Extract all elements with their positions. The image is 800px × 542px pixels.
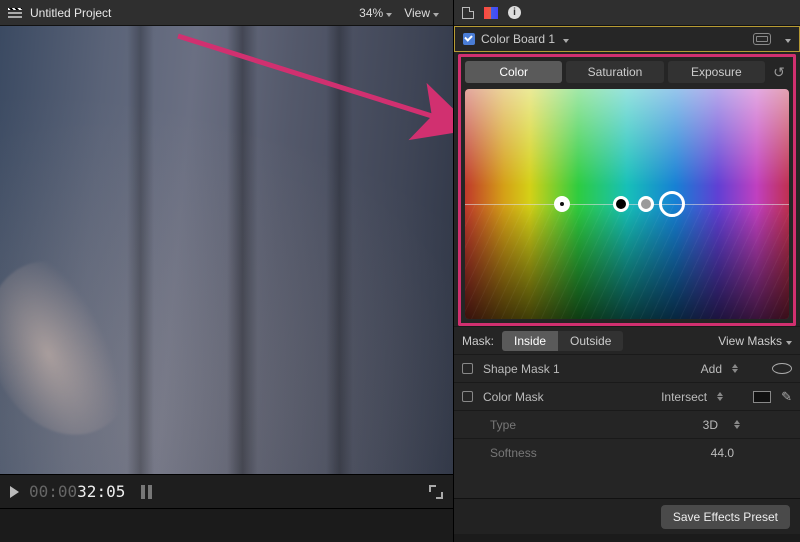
color-mask-checkbox[interactable] bbox=[462, 391, 473, 402]
color-mask-name: Color Mask bbox=[483, 390, 544, 404]
shape-mask-name: Shape Mask 1 bbox=[483, 362, 560, 376]
inspector-pane: i Color Board 1 Color Saturation Exposur… bbox=[454, 0, 800, 542]
color-inspector-icon[interactable] bbox=[484, 7, 498, 19]
mask-outside[interactable]: Outside bbox=[558, 331, 623, 351]
preset-row: Save Effects Preset bbox=[454, 498, 800, 534]
chevron-down-icon bbox=[433, 6, 439, 20]
save-effects-preset-button[interactable]: Save Effects Preset bbox=[661, 505, 790, 529]
type-label: Type bbox=[490, 418, 516, 432]
mask-mode-row: Mask: Inside Outside View Masks bbox=[454, 326, 800, 354]
zoom-dropdown[interactable]: 34% bbox=[353, 6, 398, 20]
viewer-canvas[interactable] bbox=[0, 26, 453, 474]
chevron-down-icon bbox=[786, 334, 792, 348]
tab-color[interactable]: Color bbox=[465, 61, 562, 83]
type-stepper[interactable] bbox=[734, 420, 740, 429]
project-icon bbox=[8, 8, 22, 18]
viewer-pane: Untitled Project 34% View 00:0032:05 bbox=[0, 0, 454, 542]
color-mask-row[interactable]: Color Mask Intersect ✎ bbox=[454, 382, 800, 410]
info-icon[interactable]: i bbox=[508, 6, 521, 19]
highlights-puck[interactable] bbox=[659, 191, 685, 217]
color-mask-mode[interactable]: Intersect bbox=[661, 390, 707, 404]
softness-label: Softness bbox=[490, 446, 537, 460]
color-mask-type-row: Type 3D bbox=[454, 410, 800, 438]
mode-stepper[interactable] bbox=[717, 392, 723, 401]
shape-mask-row[interactable]: Shape Mask 1 Add bbox=[454, 354, 800, 382]
shape-mask-checkbox[interactable] bbox=[462, 363, 473, 374]
color-board-midline bbox=[465, 204, 789, 205]
tab-exposure[interactable]: Exposure bbox=[668, 61, 765, 83]
color-mask-softness-row: Softness 44.0 bbox=[454, 438, 800, 466]
video-frame bbox=[0, 26, 453, 474]
type-value[interactable]: 3D bbox=[703, 418, 718, 432]
mask-mode-segmented: Inside Outside bbox=[502, 331, 623, 351]
transport-bar: 00:0032:05 bbox=[0, 474, 453, 508]
footer-strip bbox=[454, 534, 800, 542]
tab-saturation[interactable]: Saturation bbox=[566, 61, 663, 83]
color-board[interactable] bbox=[465, 89, 789, 319]
chevron-down-icon[interactable] bbox=[785, 32, 791, 46]
ellipse-icon[interactable] bbox=[772, 363, 792, 374]
effect-enabled-checkbox[interactable] bbox=[463, 33, 475, 45]
color-board-tabs-highlight: Color Saturation Exposure ↺ bbox=[458, 54, 796, 85]
shadows-puck[interactable] bbox=[613, 196, 629, 212]
inspector-toolbar: i bbox=[454, 0, 800, 26]
color-board-tabs: Color Saturation Exposure ↺ bbox=[465, 59, 789, 85]
mask-label: Mask: bbox=[462, 334, 494, 348]
midtones-puck[interactable] bbox=[638, 196, 654, 212]
view-masks-menu[interactable]: View Masks bbox=[718, 334, 792, 348]
mode-stepper[interactable] bbox=[732, 364, 738, 373]
play-button[interactable] bbox=[10, 486, 19, 498]
timecode-prefix: 00:00 bbox=[29, 482, 77, 501]
chevron-down-icon[interactable] bbox=[563, 32, 569, 46]
shape-mask-mode[interactable]: Add bbox=[701, 362, 722, 376]
mask-target-icon[interactable] bbox=[753, 33, 771, 45]
view-menu[interactable]: View bbox=[398, 6, 445, 20]
mask-inside[interactable]: Inside bbox=[502, 331, 558, 351]
effect-name[interactable]: Color Board 1 bbox=[481, 32, 555, 46]
save-icon[interactable] bbox=[462, 7, 474, 19]
global-puck[interactable] bbox=[554, 196, 570, 212]
timeline-area[interactable] bbox=[0, 508, 453, 542]
eyedropper-icon[interactable]: ✎ bbox=[781, 389, 792, 405]
project-title[interactable]: Untitled Project bbox=[30, 6, 111, 20]
pause-icon[interactable] bbox=[141, 485, 152, 499]
effect-header: Color Board 1 bbox=[454, 26, 800, 52]
reset-button[interactable]: ↺ bbox=[769, 64, 789, 81]
viewer-toolbar: Untitled Project 34% View bbox=[0, 0, 453, 26]
fullscreen-button[interactable] bbox=[429, 485, 443, 499]
chevron-down-icon bbox=[386, 6, 392, 20]
color-swatch[interactable] bbox=[753, 391, 771, 403]
softness-value[interactable]: 44.0 bbox=[711, 446, 734, 460]
timecode-main[interactable]: 32:05 bbox=[77, 482, 125, 501]
